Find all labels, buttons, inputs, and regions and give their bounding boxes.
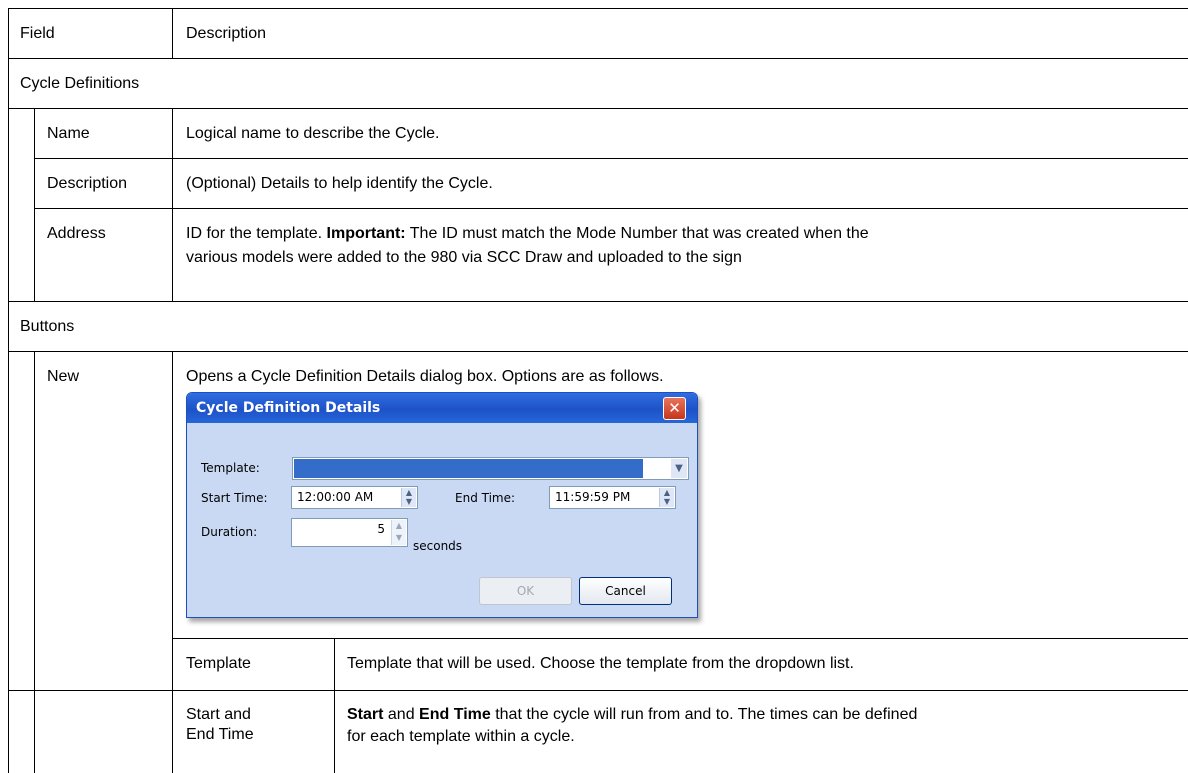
start-time-input[interactable]: 12:00:00 AM ▲ ▼ — [291, 486, 418, 509]
ok-button[interactable]: OK — [479, 577, 572, 605]
row-startend-description-line1: Start and End Time that the cycle will r… — [347, 706, 918, 723]
header-description: Description — [186, 25, 267, 42]
cycle-definition-details-dialog: Cycle Definition Details ✕ Template: ▼ S… — [186, 392, 698, 618]
row-startend-description-line2: for each template within a cycle. — [347, 728, 575, 745]
dialog-title: Cycle Definition Details — [196, 400, 381, 416]
dialog-title-bar: Cycle Definition Details ✕ — [187, 393, 697, 423]
row-address-description-line1: ID for the template. Important: The ID m… — [186, 225, 869, 242]
spinner-icon[interactable]: ▲ ▼ — [659, 488, 674, 507]
row-address-description-line2: various models were added to the 980 via… — [186, 249, 742, 266]
section-buttons: Buttons — [20, 318, 75, 335]
row-description-description: (Optional) Details to help identify the … — [186, 175, 493, 192]
close-icon[interactable]: ✕ — [663, 397, 686, 420]
duration-label: Duration: — [201, 525, 258, 539]
row-name-field: Name — [47, 125, 90, 142]
row-description-field: Description — [47, 175, 128, 192]
row-name-description: Logical name to describe the Cycle. — [186, 125, 440, 142]
row-template-field: Template — [186, 655, 251, 672]
spinner-icon[interactable]: ▲ ▼ — [401, 488, 416, 507]
spinner-icon[interactable]: ▲ ▼ — [391, 520, 406, 545]
seconds-label: seconds — [413, 539, 463, 553]
cancel-button[interactable]: Cancel — [579, 577, 672, 605]
template-dropdown[interactable]: ▼ — [292, 457, 689, 480]
template-label: Template: — [201, 461, 260, 475]
important-label: Important: — [326, 225, 406, 242]
dropdown-arrow-icon[interactable]: ▼ — [671, 459, 687, 478]
start-time-label: Start Time: — [201, 491, 268, 505]
row-new-field: New — [47, 368, 80, 385]
header-field: Field — [20, 25, 55, 42]
row-startend-field-line1: Start and — [186, 706, 251, 723]
row-template-description: Template that will be used. Choose the t… — [347, 655, 854, 672]
row-new-description: Opens a Cycle Definition Details dialog … — [186, 368, 664, 385]
end-time-input[interactable]: 11:59:59 PM ▲ ▼ — [549, 486, 676, 509]
row-startend-field-line2: End Time — [186, 726, 254, 743]
row-address-field: Address — [47, 225, 106, 242]
section-cycle-definitions: Cycle Definitions — [20, 75, 140, 92]
duration-input[interactable]: 5 ▲ ▼ — [291, 518, 408, 547]
end-time-label: End Time: — [455, 491, 516, 505]
